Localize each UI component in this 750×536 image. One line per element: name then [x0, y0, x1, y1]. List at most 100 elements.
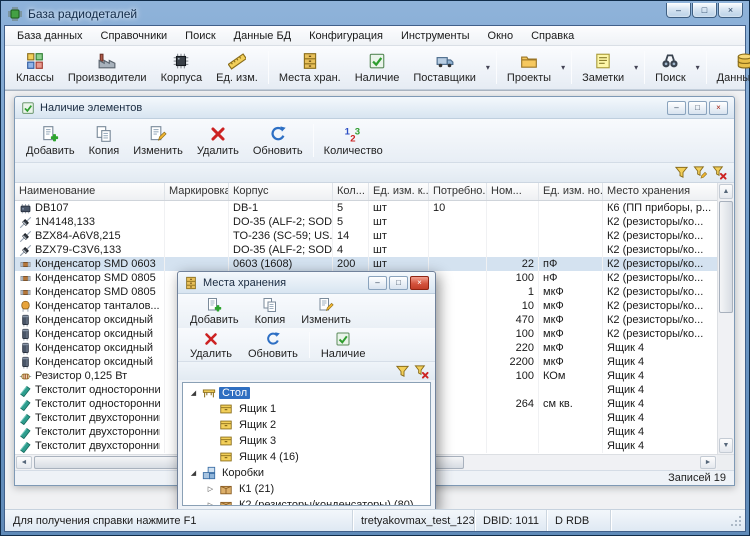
- tree-item[interactable]: Ящик 1: [183, 401, 430, 417]
- column-header[interactable]: Ед. изм. к...: [369, 183, 429, 200]
- storage-icon: [184, 276, 198, 290]
- button-edit[interactable]: Изменить: [293, 295, 359, 328]
- tree-item[interactable]: ◢Коробки: [183, 465, 430, 481]
- vertical-scrollbar[interactable]: ▲ ▼: [717, 183, 734, 454]
- tree-item[interactable]: ◢Стол: [183, 385, 430, 401]
- button-edit[interactable]: Изменить: [126, 121, 190, 160]
- dropdown-arrow-icon[interactable]: ▾: [693, 48, 703, 87]
- button-availability[interactable]: Наличие: [348, 48, 407, 87]
- button-database[interactable]: Данные БД: [710, 48, 750, 87]
- tree-item[interactable]: Ящик 2: [183, 417, 430, 433]
- expand-icon[interactable]: ▷: [205, 501, 216, 506]
- cell-name: Текстолит двухсторонний: [15, 439, 165, 453]
- table-row[interactable]: BZX79-C3V6,133DO-35 (ALF-2; SOD...4штК2 …: [15, 243, 717, 257]
- column-header[interactable]: Ном...: [487, 183, 539, 200]
- cell-need: [429, 215, 487, 229]
- dropdown-arrow-icon[interactable]: ▾: [558, 48, 568, 87]
- scroll-down-arrow[interactable]: ▼: [719, 438, 733, 453]
- button-packages[interactable]: Корпуса: [154, 48, 210, 87]
- expand-icon[interactable]: ▷: [205, 485, 216, 493]
- dropdown-arrow-icon[interactable]: ▾: [631, 48, 641, 87]
- menu-item[interactable]: Конфигурация: [301, 28, 391, 44]
- cell-name: Конденсатор оксидный: [15, 341, 165, 355]
- column-header[interactable]: Место хранения: [603, 183, 717, 200]
- button-storage[interactable]: Места хран.: [272, 48, 348, 87]
- minimize-button[interactable]: –: [666, 3, 691, 18]
- button-add[interactable]: Добавить: [182, 295, 247, 328]
- column-header[interactable]: Кол...: [333, 183, 369, 200]
- menu-item[interactable]: Инструменты: [393, 28, 478, 44]
- tree-item[interactable]: Ящик 3: [183, 433, 430, 449]
- cell-qty: 5: [333, 215, 369, 229]
- tree-item[interactable]: ▷К1 (21): [183, 481, 430, 497]
- button-refresh[interactable]: Обновить: [240, 329, 306, 361]
- table-row[interactable]: BZX84-A6V8,215TO-236 (SC-59; US...14штК2…: [15, 229, 717, 243]
- column-header[interactable]: Наименование: [15, 183, 165, 200]
- button-copy[interactable]: Копия: [247, 295, 294, 328]
- filterClear-icon[interactable]: [712, 165, 727, 180]
- button-copy[interactable]: Копия: [82, 121, 127, 160]
- dialog-minimize-button[interactable]: –: [368, 276, 387, 290]
- dropdown-arrow-icon[interactable]: ▾: [483, 48, 493, 87]
- horizontal-scroll-track[interactable]: [465, 455, 699, 470]
- button-projects[interactable]: Проекты: [500, 48, 558, 87]
- expand-icon[interactable]: ◢: [188, 389, 199, 397]
- title-bar[interactable]: База радиодеталей – □ ×: [1, 1, 749, 25]
- vertical-scroll-track[interactable]: [718, 314, 734, 437]
- dialog-maximize-button[interactable]: □: [389, 276, 408, 290]
- child-close-button[interactable]: ×: [709, 101, 728, 115]
- button-del[interactable]: Удалить: [190, 121, 246, 160]
- menu-item[interactable]: Данные БД: [226, 28, 299, 44]
- pcb-icon: [19, 398, 32, 411]
- storage-tree: ◢СтолЯщик 1Ящик 2Ящик 3Ящик 4 (16)◢Короб…: [182, 382, 431, 506]
- column-header[interactable]: Маркировка: [165, 183, 229, 200]
- maximize-button[interactable]: □: [692, 3, 717, 18]
- drawer-icon: [219, 450, 233, 464]
- tree-item[interactable]: Ящик 4 (16): [183, 449, 430, 465]
- button-refresh[interactable]: Обновить: [246, 121, 310, 160]
- child-minimize-button[interactable]: –: [667, 101, 686, 115]
- child-restore-button[interactable]: □: [688, 101, 707, 115]
- column-header[interactable]: Потребно...: [429, 183, 487, 200]
- filter-icon[interactable]: [674, 165, 689, 180]
- cell-nom_unit: [539, 411, 603, 425]
- button-manufacturers[interactable]: Производители: [61, 48, 154, 87]
- button-label: Копия: [89, 145, 120, 157]
- column-header[interactable]: Ед. изм. но...: [539, 183, 603, 200]
- button-add[interactable]: Добавить: [19, 121, 82, 160]
- button-suppliers[interactable]: Поставщики: [406, 48, 483, 87]
- button-notes[interactable]: Заметки: [575, 48, 631, 87]
- menu-item[interactable]: Справочники: [93, 28, 176, 44]
- toolbar-button-group: Изменить: [293, 295, 359, 328]
- button-units[interactable]: Ед. изм.: [209, 48, 265, 87]
- expand-icon[interactable]: ◢: [188, 469, 199, 477]
- close-button[interactable]: ×: [718, 3, 743, 18]
- vertical-scroll-thumb[interactable]: [719, 201, 733, 313]
- cell-marking: [165, 215, 229, 229]
- button-search[interactable]: Поиск: [648, 48, 692, 87]
- button-availability[interactable]: Наличие: [313, 329, 374, 361]
- filterEdit-icon[interactable]: [693, 165, 708, 180]
- scroll-up-arrow[interactable]: ▲: [719, 184, 733, 199]
- filter-icon[interactable]: [395, 364, 410, 379]
- table-row[interactable]: Конденсатор SMD 06030603 (1608)200шт22пФ…: [15, 257, 717, 271]
- filterClear-icon[interactable]: [414, 364, 429, 379]
- resize-grip-icon[interactable]: [729, 514, 742, 527]
- menu-item[interactable]: Справка: [523, 28, 582, 44]
- menu-item[interactable]: Окно: [480, 28, 522, 44]
- table-row[interactable]: DB107DB-15шт10К6 (ПП приборы, р...: [15, 201, 717, 215]
- tree-item[interactable]: ▷К2 (резисторы/конденсаторы) (80): [183, 497, 430, 506]
- menu-item[interactable]: Поиск: [177, 28, 223, 44]
- button-del[interactable]: Удалить: [182, 329, 240, 361]
- button-classes[interactable]: Классы: [9, 48, 61, 87]
- scroll-right-arrow[interactable]: ►: [700, 456, 716, 469]
- scroll-left-arrow[interactable]: ◄: [16, 456, 32, 469]
- main-toolbar: КлассыПроизводителиКорпусаЕд. изм.Места …: [5, 46, 745, 90]
- menu-item[interactable]: База данных: [9, 28, 91, 44]
- dialog-close-button[interactable]: ×: [410, 276, 429, 290]
- column-header[interactable]: Корпус: [229, 183, 333, 200]
- dialog-title-bar[interactable]: Места хранения – □ ×: [178, 272, 435, 294]
- table-row[interactable]: 1N4148,133DO-35 (ALF-2; SOD...5штК2 (рез…: [15, 215, 717, 229]
- button-quantity[interactable]: 123Количество: [317, 121, 390, 160]
- child-title-bar[interactable]: Наличие элементов – □ ×: [15, 97, 734, 119]
